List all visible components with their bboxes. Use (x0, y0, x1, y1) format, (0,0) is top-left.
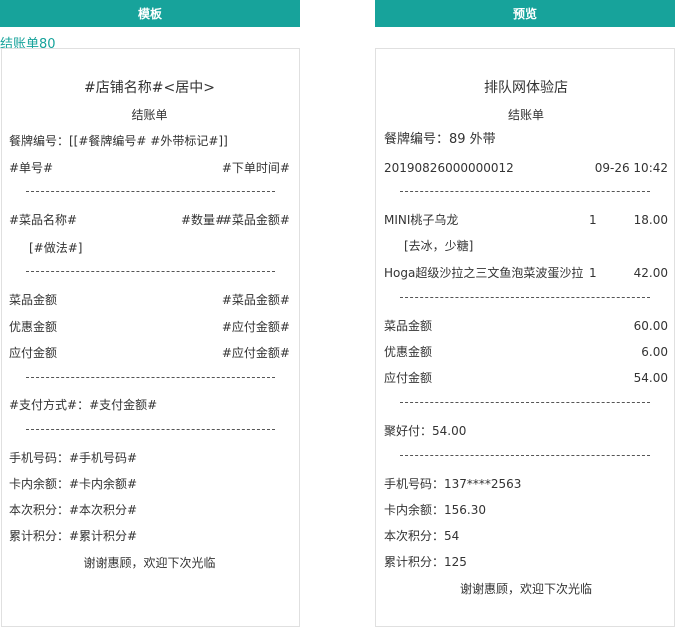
divider (26, 429, 275, 430)
dish-method-placeholder: [#做法#] (29, 241, 83, 255)
divider (400, 455, 650, 456)
dish-qty-placeholder: #数量# (181, 213, 226, 227)
summary-value: 54.00 (633, 371, 668, 385)
bill-title: 结账单 (131, 108, 168, 122)
member-line: 本次积分：#本次积分# (9, 503, 138, 517)
template-header-label: 模板 (137, 7, 162, 21)
dish-name: MINI桃子乌龙 (384, 213, 459, 227)
dish-amount: 42.00 (633, 266, 668, 280)
member-line: 累计积分：125 (384, 555, 467, 569)
summary-row: 菜品金额 60.00 (384, 318, 668, 334)
summary-row: 优惠金额 6.00 (384, 344, 668, 360)
preview-header-label: 预览 (512, 7, 537, 21)
order-row: 20190826000000012 09-26 10:42 (384, 160, 668, 176)
divider (26, 191, 275, 192)
divider (400, 297, 650, 298)
order-row: #单号# #下单时间# (9, 160, 290, 176)
dish-amount: 18.00 (633, 213, 668, 227)
dish-amount-placeholder: #菜品金额# (221, 213, 290, 227)
footer-text: 谢谢惠顾，欢迎下次光临 (83, 556, 216, 570)
preview-receipt: 排队网体验店 结账单 餐牌编号：89 外带 20190826000000012 … (375, 48, 675, 627)
divider (26, 271, 275, 272)
summary-label: 应付金额 (384, 371, 433, 385)
payment-placeholder: #支付方式#：#支付金额# (9, 398, 158, 412)
dish-name: Hoga超级沙拉之三文鱼泡菜波蛋沙拉 (384, 266, 584, 280)
summary-row: 应付金额 #应付金额# (9, 345, 290, 361)
dish-row: Hoga超级沙拉之三文鱼泡菜波蛋沙拉 1 42.00 (384, 265, 668, 281)
preview-panel-header: 预览 (375, 0, 675, 27)
divider (26, 377, 275, 378)
member-line: 卡内余额：156.30 (384, 503, 486, 517)
summary-label: 菜品金额 (384, 319, 433, 333)
summary-value: 6.00 (641, 345, 668, 359)
summary-row: 菜品金额 #菜品金额# (9, 292, 290, 308)
divider (400, 191, 650, 192)
order-number: 20190826000000012 (384, 161, 514, 175)
member-line: 手机号码：#手机号码# (9, 451, 138, 465)
dish-name-placeholder: #菜品名称# (9, 213, 78, 227)
dish-row: #菜品名称# #数量# #菜品金额# (9, 212, 290, 228)
order-time: 09-26 10:42 (594, 161, 668, 175)
member-line: 手机号码：137****2563 (384, 477, 522, 491)
template-receipt: #店铺名称#<居中> 结账单 餐牌编号：[[#餐牌编号# #外带标记#]] #单… (1, 48, 300, 627)
dish-method: [去冰，少糖] (404, 239, 474, 253)
member-line: 本次积分：54 (384, 529, 460, 543)
divider (400, 402, 650, 403)
bill-title: 结账单 (507, 108, 544, 122)
summary-value: 60.00 (633, 319, 668, 333)
member-line: 卡内余额：#卡内余额# (9, 477, 138, 491)
summary-value: #应付金额# (221, 346, 290, 360)
summary-row: 优惠金额 #应付金额# (9, 319, 290, 335)
footer-text: 谢谢惠顾，欢迎下次光临 (459, 582, 592, 596)
summary-value: #应付金额# (221, 320, 290, 334)
summary-row: 应付金额 54.00 (384, 370, 668, 386)
order-number-placeholder: #单号# (9, 161, 54, 175)
summary-label: 优惠金额 (9, 320, 58, 334)
shop-name: 排队网体验店 (484, 80, 568, 96)
summary-value: #菜品金额# (221, 293, 290, 307)
summary-label: 优惠金额 (384, 345, 433, 359)
meal-number: 餐牌编号：89 外带 (384, 132, 496, 147)
summary-label: 应付金额 (9, 346, 58, 360)
shop-name-placeholder: #店铺名称#<居中> (84, 80, 215, 96)
dish-qty: 1 (589, 266, 597, 280)
payment-line: 聚好付：54.00 (384, 424, 467, 438)
dish-qty: 1 (589, 213, 597, 227)
order-time-placeholder: #下单时间# (221, 161, 290, 175)
template-panel-header: 模板 (0, 0, 300, 27)
meal-number-placeholder: 餐牌编号：[[#餐牌编号# #外带标记#]] (9, 134, 228, 148)
member-line: 累计积分：#累计积分# (9, 529, 138, 543)
summary-label: 菜品金额 (9, 293, 58, 307)
dish-row: MINI桃子乌龙 1 18.00 (384, 212, 668, 228)
